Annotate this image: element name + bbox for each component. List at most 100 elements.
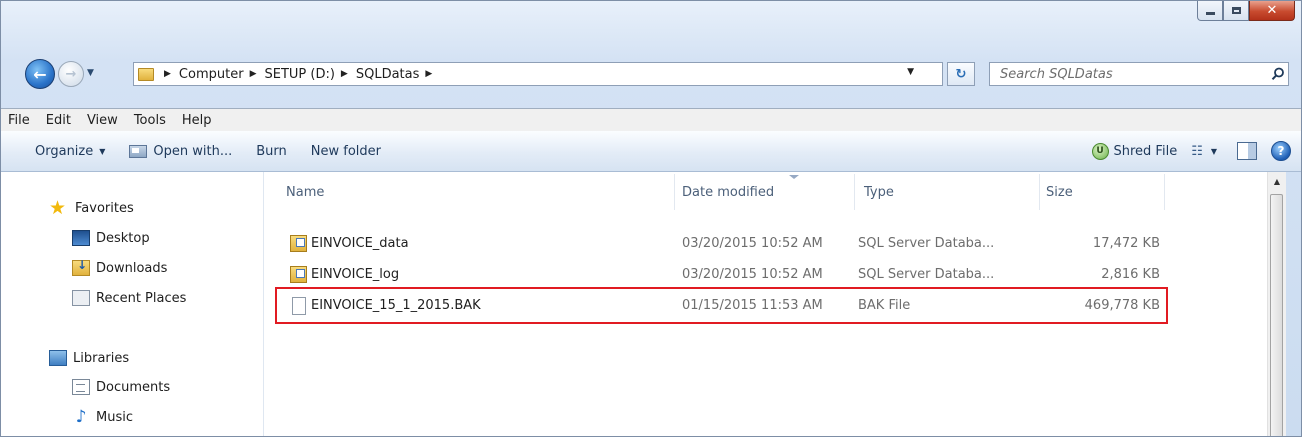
- address-row: ← → ▼ ▶ Computer ▶ SETUP (D:) ▶ SQLDatas…: [1, 56, 1301, 94]
- refresh-icon: ↻: [955, 66, 967, 82]
- breadcrumb-arrow-icon[interactable]: ▶: [164, 69, 171, 79]
- file-row[interactable]: EINVOICE_log 03/20/2015 10:52 AM SQL Ser…: [264, 260, 1267, 289]
- database-log-file-icon: [290, 266, 307, 283]
- caption-buttons: ✕: [1197, 1, 1295, 21]
- file-name: EINVOICE_data: [311, 236, 409, 251]
- shred-file-button[interactable]: U Shred File: [1088, 137, 1182, 165]
- column-divider[interactable]: [674, 174, 675, 210]
- search-icon[interactable]: [1268, 67, 1288, 81]
- file-name-cell: EINVOICE_data: [290, 229, 409, 258]
- nav-documents-label: Documents: [96, 379, 171, 395]
- file-size: 2,816 KB: [1101, 267, 1160, 282]
- close-button[interactable]: ✕: [1249, 1, 1295, 21]
- organize-button[interactable]: Organize ▼: [1, 137, 117, 165]
- maximize-icon: [1231, 7, 1241, 14]
- nav-downloads-label: Downloads: [96, 260, 168, 276]
- breadcrumb-computer[interactable]: Computer: [179, 67, 244, 82]
- libraries-icon: [49, 350, 67, 366]
- organize-label: Organize: [35, 143, 94, 159]
- menu-bar: File Edit View Tools Help: [1, 108, 1301, 131]
- column-header-size[interactable]: Size: [1046, 172, 1073, 212]
- column-divider[interactable]: [1164, 174, 1165, 210]
- database-file-icon: [290, 235, 307, 252]
- command-bar: Organize ▼ Open with... Burn New folder …: [1, 131, 1301, 172]
- breadcrumb: ▶ Computer ▶ SETUP (D:) ▶ SQLDatas ▶: [158, 67, 440, 82]
- breadcrumb-arrow-icon[interactable]: ▶: [425, 69, 432, 79]
- folder-icon: [138, 67, 154, 81]
- nav-desktop-label: Desktop: [96, 230, 150, 246]
- highlight-box: [275, 287, 1168, 324]
- open-with-button[interactable]: Open with...: [117, 137, 244, 165]
- breadcrumb-arrow-icon[interactable]: ▶: [341, 69, 348, 79]
- column-header-type[interactable]: Type: [864, 172, 894, 212]
- recent-pages-dropdown[interactable]: ▼: [87, 68, 97, 78]
- view-options-chevron-icon[interactable]: ▼: [1211, 147, 1217, 156]
- downloads-icon: [72, 258, 90, 276]
- menu-view[interactable]: View: [79, 113, 126, 128]
- desktop-icon: [72, 230, 90, 246]
- burn-button[interactable]: Burn: [244, 137, 299, 165]
- minimize-icon: [1205, 12, 1215, 15]
- nav-favorites[interactable]: ★ Favorites: [49, 199, 134, 218]
- file-date: 03/20/2015 10:52 AM: [682, 236, 823, 251]
- breadcrumb-arrow-icon[interactable]: ▶: [250, 69, 257, 79]
- search-box: [989, 62, 1289, 86]
- file-type: SQL Server Databa...: [858, 236, 995, 251]
- menu-edit[interactable]: Edit: [38, 113, 79, 128]
- forward-button[interactable]: →: [58, 61, 84, 87]
- new-folder-button[interactable]: New folder: [299, 137, 393, 165]
- breadcrumb-sqldatas[interactable]: SQLDatas: [356, 67, 420, 82]
- nav-favorites-label: Favorites: [75, 200, 134, 216]
- nav-recent-places[interactable]: Recent Places: [72, 290, 186, 306]
- column-divider[interactable]: [1039, 174, 1040, 210]
- file-row[interactable]: EINVOICE_data 03/20/2015 10:52 AM SQL Se…: [264, 229, 1267, 258]
- address-history-dropdown[interactable]: ▼: [907, 67, 914, 77]
- nav-desktop[interactable]: Desktop: [72, 230, 150, 246]
- column-header-name[interactable]: Name: [286, 172, 324, 212]
- nav-music-label: Music: [96, 409, 133, 425]
- nav-documents[interactable]: Documents: [72, 379, 170, 395]
- help-icon[interactable]: ?: [1271, 141, 1291, 161]
- scroll-up-arrow-icon[interactable]: ▲: [1268, 172, 1286, 190]
- file-size: 17,472 KB: [1092, 236, 1160, 251]
- file-type: SQL Server Databa...: [858, 267, 995, 282]
- search-input[interactable]: [990, 63, 1268, 85]
- column-header-date-modified[interactable]: Date modified: [682, 172, 774, 212]
- file-date: 03/20/2015 10:52 AM: [682, 267, 823, 282]
- explorer-window: ✕ ← → ▼ ▶ Computer ▶ SETUP (D:) ▶ SQLDat…: [0, 0, 1302, 437]
- nav-recent-places-label: Recent Places: [96, 290, 187, 306]
- change-view-icon[interactable]: ☷: [1191, 144, 1203, 159]
- file-name-cell: EINVOICE_log: [290, 260, 399, 289]
- new-folder-label: New folder: [310, 143, 381, 159]
- navigation-pane: ★ Favorites Desktop Downloads Recent Pla…: [1, 172, 264, 436]
- nav-libraries-label: Libraries: [73, 350, 130, 366]
- shred-icon: U: [1091, 142, 1109, 160]
- open-with-icon: [129, 144, 148, 158]
- open-with-label: Open with...: [153, 143, 233, 159]
- back-button[interactable]: ←: [25, 59, 55, 89]
- music-icon: ♪: [75, 407, 87, 427]
- nav-music[interactable]: ♪ Music: [72, 407, 133, 427]
- chevron-down-icon: ▼: [99, 146, 106, 156]
- maximize-button[interactable]: [1223, 1, 1249, 21]
- menu-help[interactable]: Help: [174, 113, 220, 128]
- menu-file[interactable]: File: [1, 113, 38, 128]
- nav-libraries[interactable]: Libraries: [49, 350, 129, 366]
- command-bar-right: U Shred File ☷ ▼ ?: [1088, 131, 1302, 171]
- column-divider[interactable]: [854, 174, 855, 210]
- forward-arrow-icon: →: [65, 66, 77, 82]
- shred-file-label: Shred File: [1113, 143, 1178, 159]
- address-bar[interactable]: ▶ Computer ▶ SETUP (D:) ▶ SQLDatas ▶ ▼: [133, 62, 943, 86]
- scrollbar-thumb[interactable]: [1270, 194, 1283, 436]
- menu-tools[interactable]: Tools: [126, 113, 174, 128]
- nav-downloads[interactable]: Downloads: [72, 258, 168, 276]
- file-name: EINVOICE_log: [311, 267, 400, 282]
- back-arrow-icon: ←: [33, 64, 47, 84]
- preview-pane-icon[interactable]: [1237, 142, 1257, 160]
- minimize-button[interactable]: [1197, 1, 1223, 21]
- burn-label: Burn: [256, 143, 287, 159]
- refresh-button[interactable]: ↻: [947, 62, 975, 86]
- breadcrumb-setup-drive[interactable]: SETUP (D:): [264, 67, 334, 82]
- vertical-scrollbar[interactable]: ▲: [1267, 172, 1286, 436]
- documents-icon: [72, 379, 90, 395]
